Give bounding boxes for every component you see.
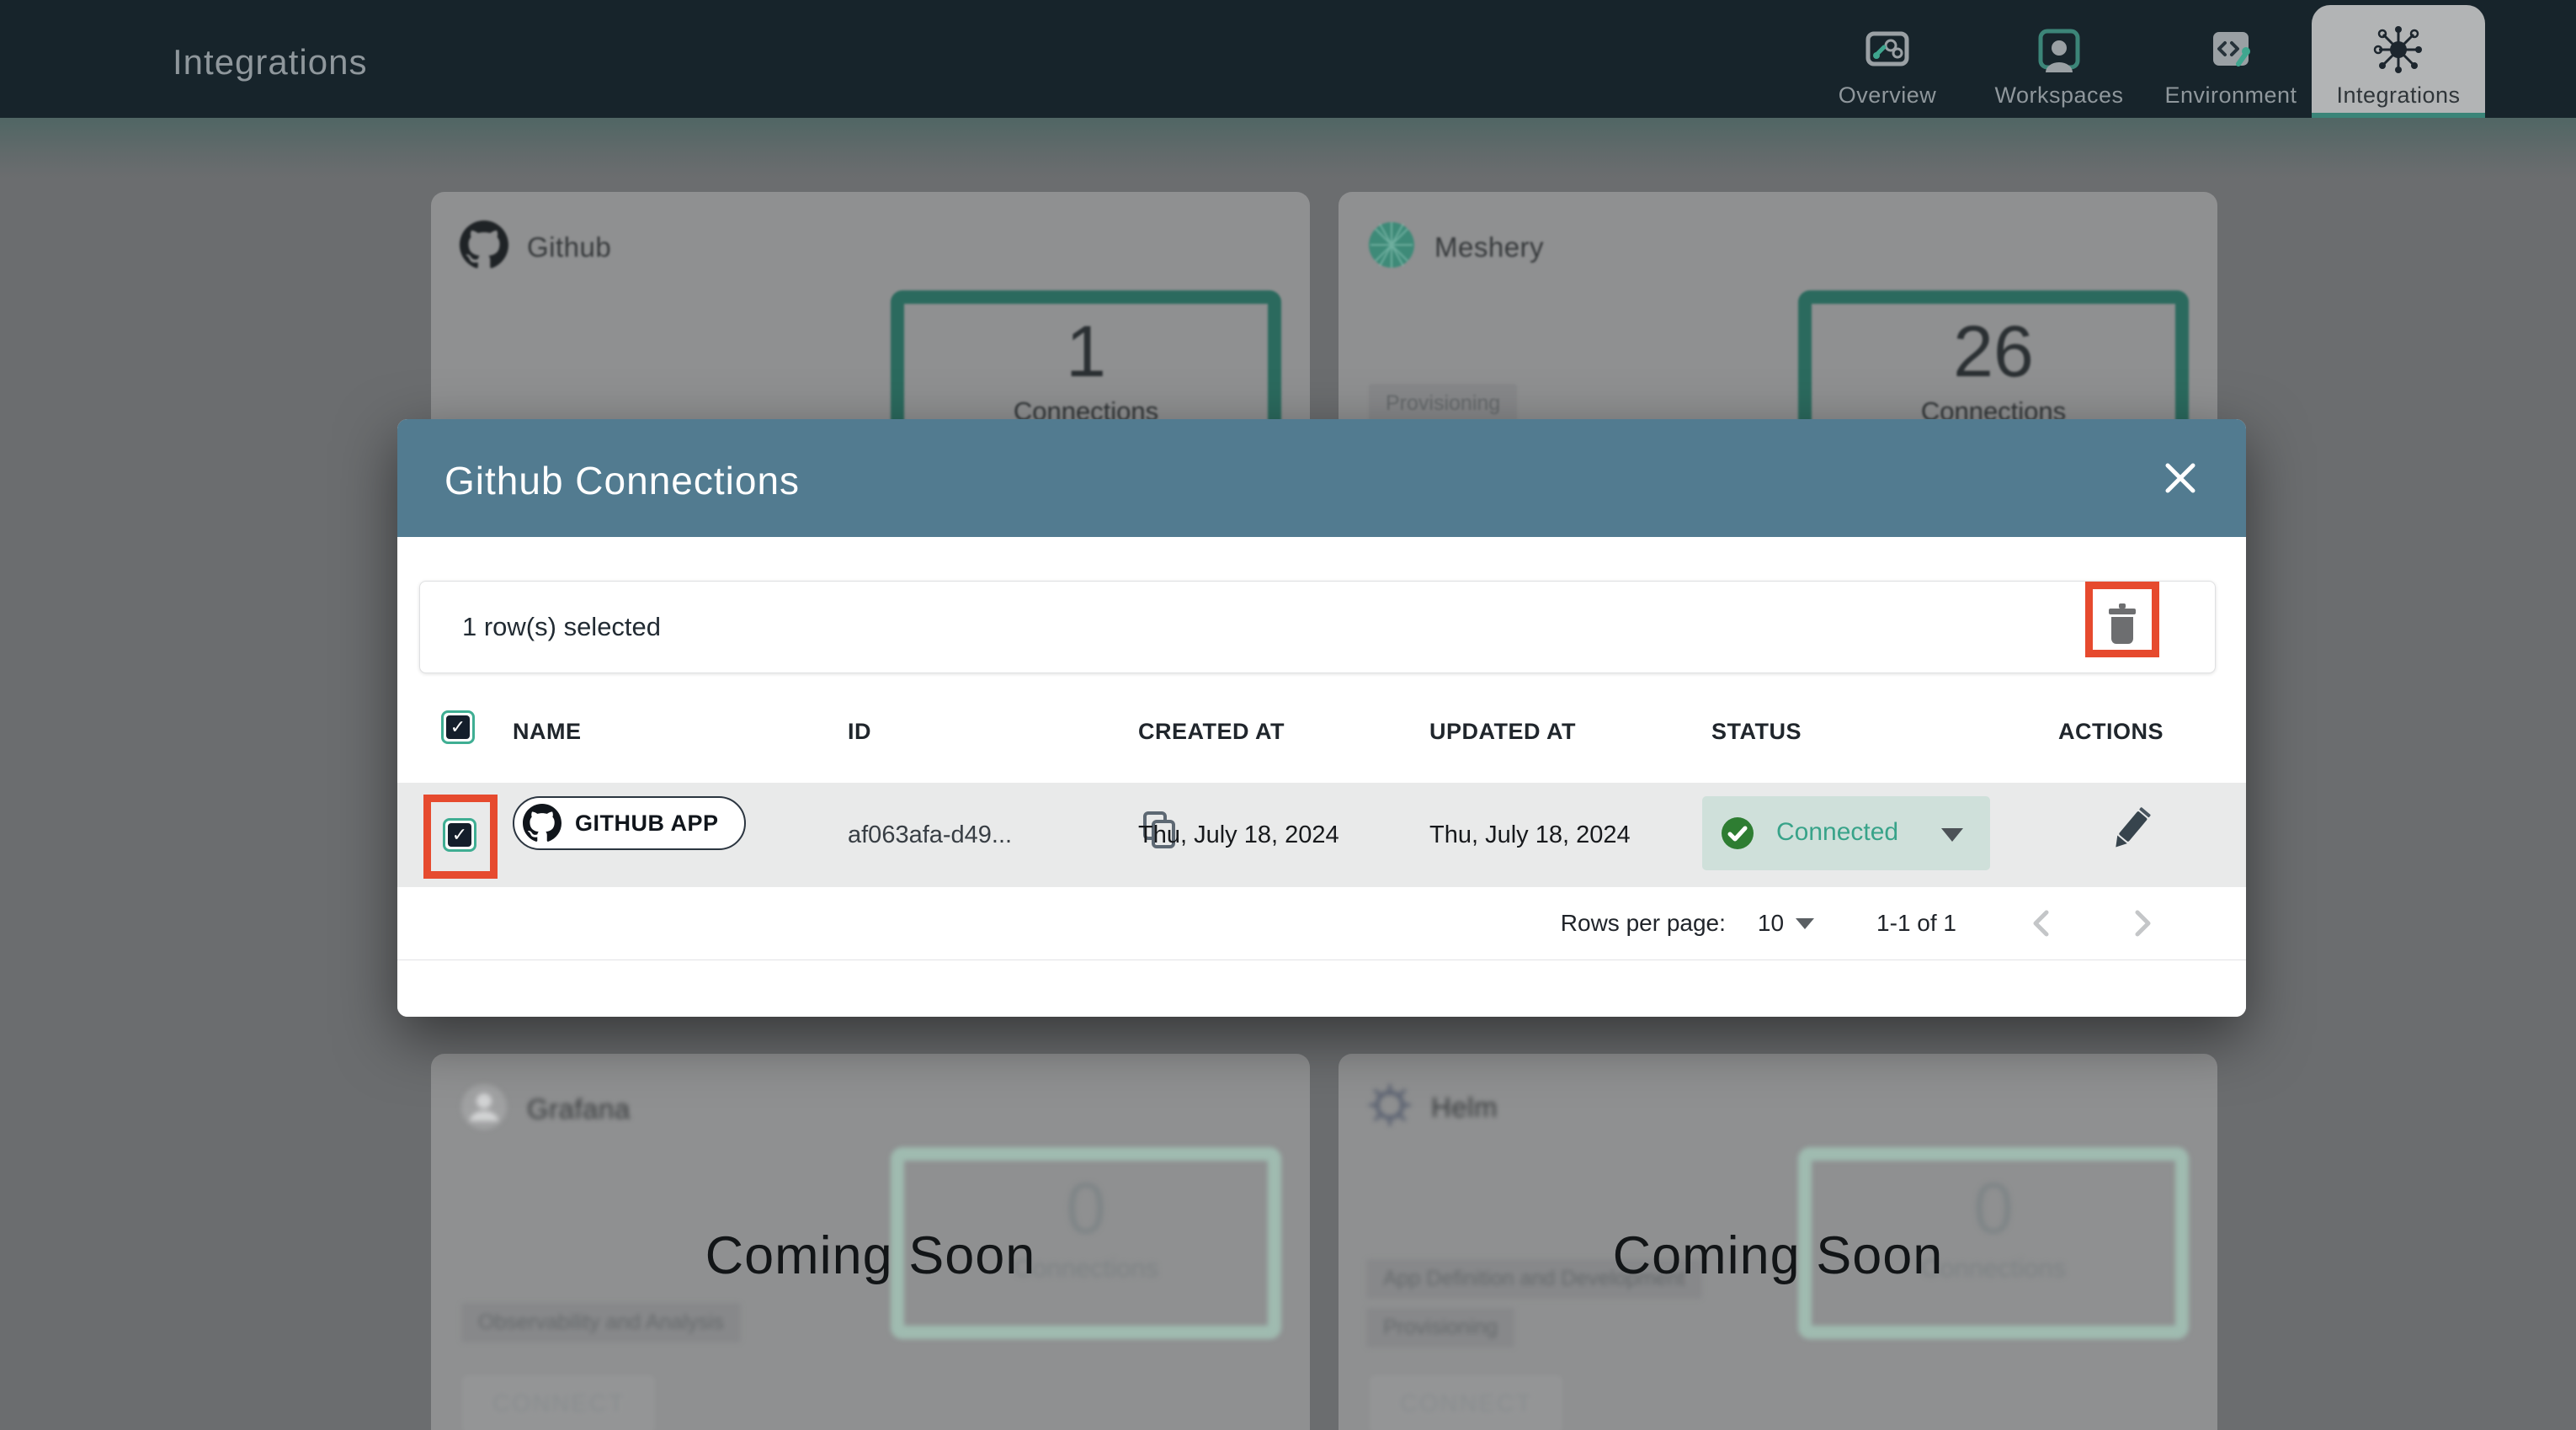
rows-per-page-value: 10 (1757, 910, 1785, 936)
pagination-bar: Rows per page: 10 1-1 of 1 (1561, 887, 2246, 960)
connection-name-chip[interactable]: GITHUB APP (513, 796, 746, 850)
card-title: Grafana (527, 1092, 631, 1124)
select-all-checkbox[interactable]: ✓ (441, 710, 475, 744)
github-connections-modal: Github Connections 1 row(s) selected ✓ N… (397, 419, 2246, 1017)
nav-label: Overview (1838, 82, 1937, 108)
connection-name: GITHUB APP (575, 810, 719, 836)
col-header-status: STATUS (1711, 719, 1802, 744)
rows-per-page-select[interactable]: 10 (1757, 910, 1815, 937)
status-dropdown[interactable]: Connected (1702, 796, 1990, 870)
col-header-created-at: CREATED AT (1138, 719, 1285, 744)
card-title: Github (527, 231, 612, 263)
environment-icon (2206, 24, 2255, 76)
nav-label: Integrations (2336, 82, 2461, 108)
integrations-page: Github 1 Connections Meshery 26 Connecti… (0, 0, 2576, 1430)
nav-item-environment[interactable]: Environment (2155, 0, 2307, 118)
col-header-actions: ACTIONS (2058, 719, 2164, 744)
pagination-range: 1-1 of 1 (1876, 910, 1956, 936)
annotation-box-row-checkbox (423, 795, 498, 879)
modal-title: Github Connections (444, 459, 801, 502)
connection-id: af063afa-d49... (848, 821, 1013, 848)
card-title: Meshery (1434, 231, 1545, 263)
meshery-logo-icon (1367, 221, 1416, 274)
rows-per-page-label: Rows per page: (1560, 910, 1726, 936)
chevron-down-icon (1941, 828, 1963, 842)
coming-soon-label: Coming Soon (705, 1226, 1036, 1285)
overview-icon (1863, 24, 1912, 76)
helm-logo-icon (1367, 1082, 1413, 1132)
github-octocat-icon (523, 804, 562, 842)
status-label: Connected (1776, 818, 1899, 846)
col-header-updated-at: UPDATED AT (1429, 719, 1576, 744)
card-helm: Helm 0 Connections App Definition and De… (1339, 1054, 2217, 1430)
modal-header: Github Connections (397, 419, 2246, 537)
col-header-name: NAME (513, 719, 582, 744)
page-background-strip (0, 118, 2576, 178)
workspaces-icon (2035, 24, 2084, 76)
connect-button[interactable]: CONNECT (463, 1376, 655, 1430)
chevron-down-icon (1796, 917, 1815, 929)
connect-button[interactable]: CONNECT (1370, 1376, 1562, 1430)
chevron-right-icon[interactable] (2125, 905, 2162, 942)
card-grafana: Grafana 0 Connections Observability and … (431, 1054, 1310, 1430)
nav-label: Workspaces (1994, 82, 2124, 108)
nav-item-integrations[interactable]: Integrations (2312, 5, 2485, 118)
coming-soon-label: Coming Soon (1612, 1226, 1944, 1285)
updated-at-value: Thu, July 18, 2024 (1429, 821, 1631, 848)
connections-count: 1 (1066, 311, 1106, 392)
col-header-id: ID (848, 719, 871, 744)
page-title: Integrations (173, 42, 368, 82)
connections-count: 26 (1953, 311, 2034, 392)
github-logo-icon (460, 221, 508, 274)
integrations-icon (2372, 24, 2424, 76)
chevron-left-icon[interactable] (2022, 905, 2059, 942)
annotation-box-trash (2085, 582, 2159, 657)
rows-selected-text: 1 row(s) selected (462, 612, 662, 641)
nav-item-workspaces[interactable]: Workspaces (1983, 0, 2135, 118)
close-icon[interactable] (2158, 456, 2202, 500)
category-tag: Provisioning (1369, 384, 1518, 423)
nav-item-overview[interactable]: Overview (1812, 0, 1963, 118)
modal-body: 1 row(s) selected ✓ NAME ID CREATED AT U… (397, 537, 2246, 1017)
grafana-logo-icon (460, 1082, 508, 1135)
top-navbar: Integrations Overview Workspaces Environ… (0, 0, 2576, 118)
created-at-value: Thu, July 18, 2024 (1138, 821, 1339, 848)
nav-label: Environment (2164, 82, 2297, 108)
category-tag: Provisioning (1366, 1308, 1515, 1348)
pencil-icon[interactable] (2105, 805, 2155, 859)
card-title: Helm (1431, 1091, 1498, 1123)
selection-toolbar: 1 row(s) selected (419, 581, 2216, 673)
check-circle-icon (1721, 816, 1754, 854)
category-tag: Observability and Analysis (461, 1303, 741, 1342)
